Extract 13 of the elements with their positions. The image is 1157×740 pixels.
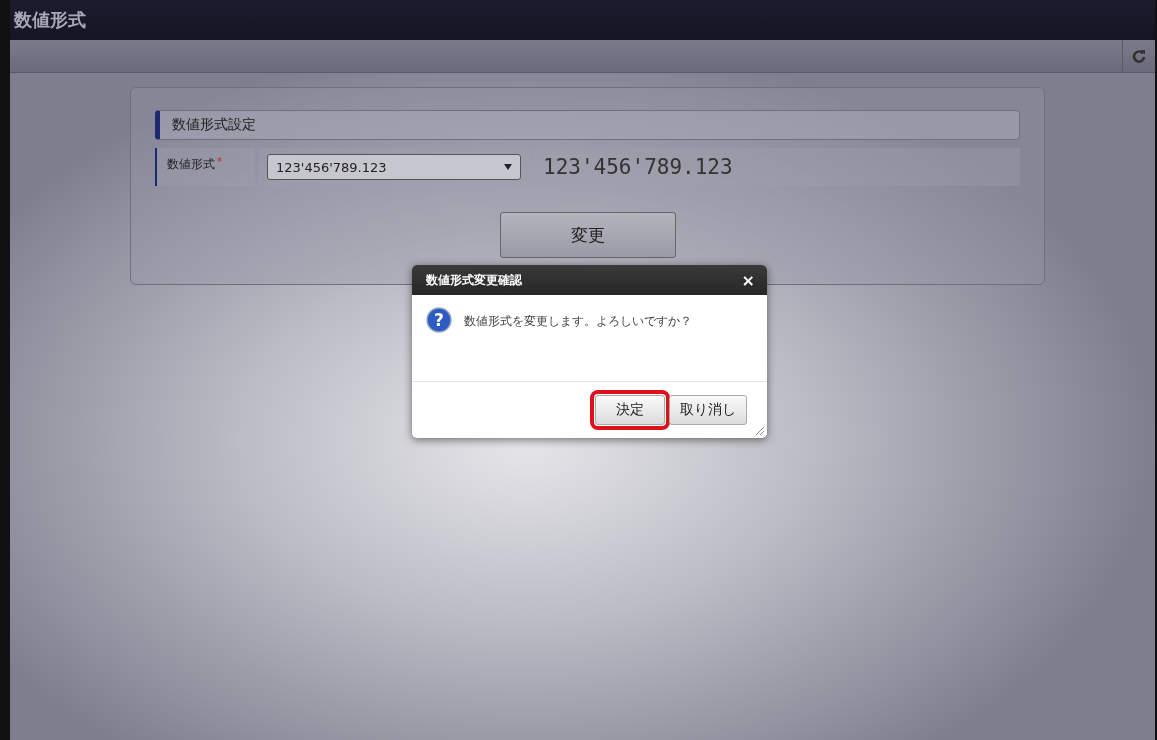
required-mark: * bbox=[217, 156, 222, 167]
window-title: 数値形式 bbox=[14, 8, 86, 32]
field-label: 数値形式 bbox=[167, 156, 215, 173]
close-button[interactable]: × bbox=[741, 270, 755, 290]
format-dropdown[interactable]: 123'456'789.123 bbox=[267, 154, 521, 180]
dialog-button[interactable]: 取り消し bbox=[669, 395, 747, 425]
dialog-message: 数値形式を変更します。よろしいですか？ bbox=[464, 313, 692, 330]
question-icon: ? bbox=[426, 307, 452, 333]
caret-icon bbox=[504, 164, 512, 170]
dialog-title: 数値形式変更確認 bbox=[426, 271, 522, 289]
section-header: 数値形式設定 bbox=[155, 110, 1020, 140]
change-button[interactable]: 変更 bbox=[499, 212, 676, 258]
resize-grip-icon[interactable] bbox=[755, 426, 765, 436]
